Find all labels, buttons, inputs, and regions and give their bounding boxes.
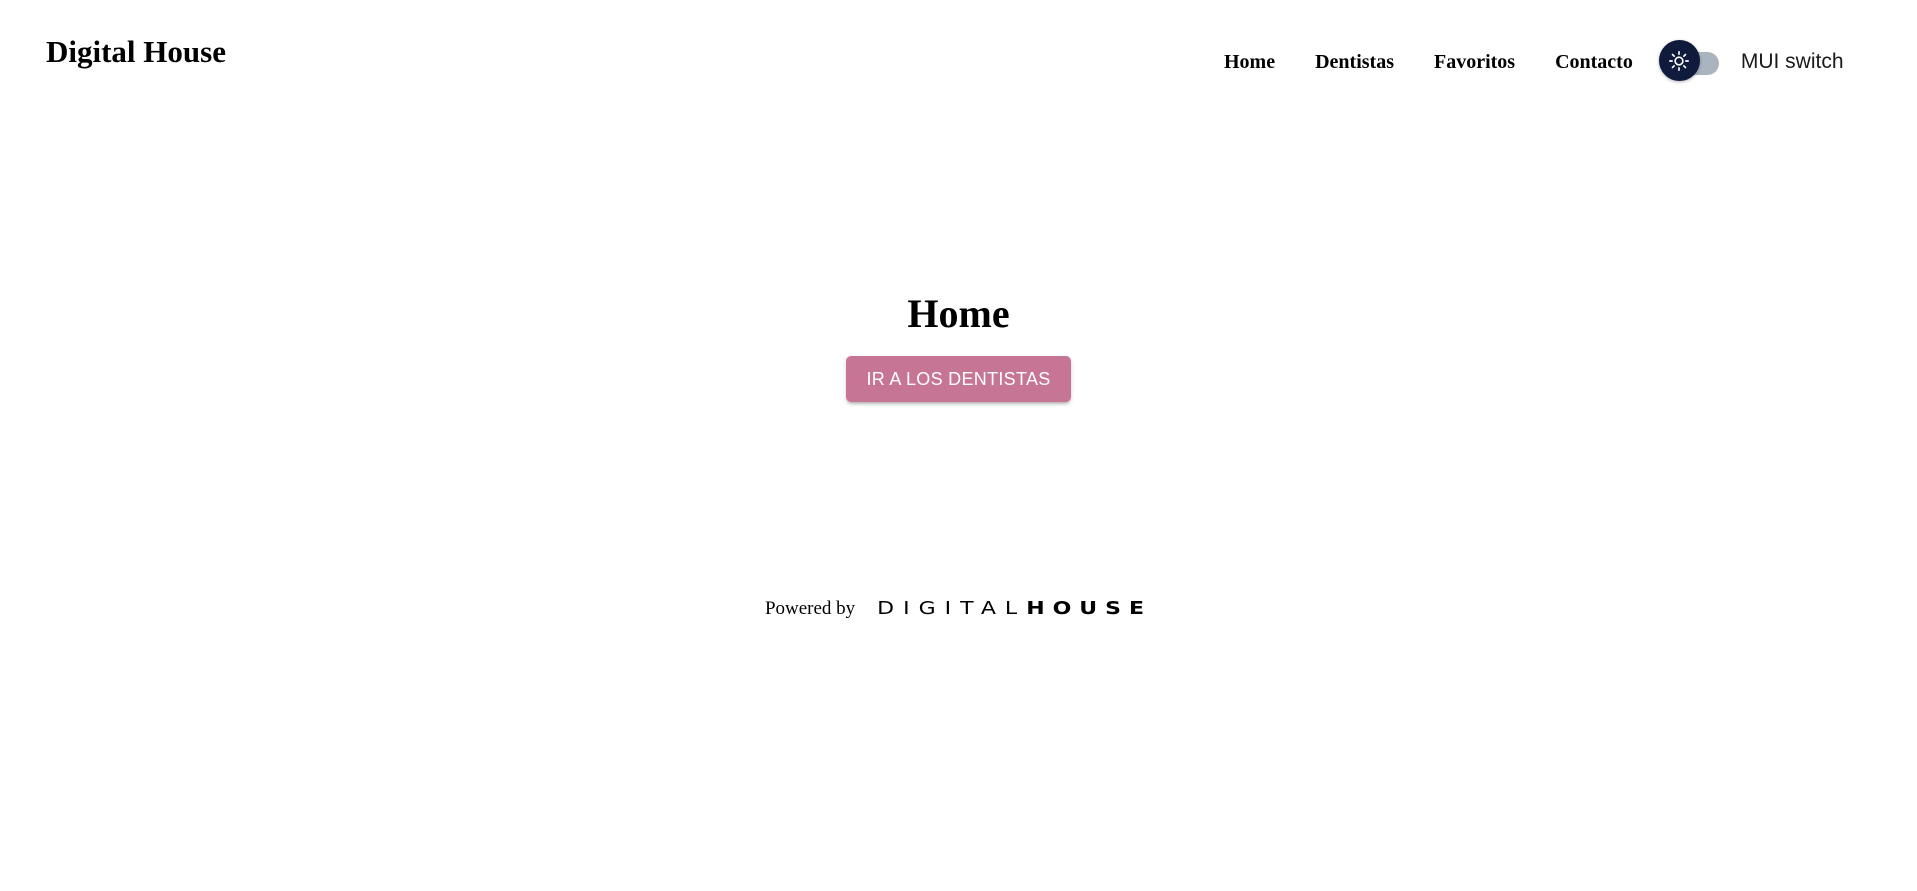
theme-switch-label: MUI switch bbox=[1740, 50, 1844, 73]
powered-by-text: Powered by bbox=[764, 598, 856, 619]
page-title: Home bbox=[907, 291, 1010, 336]
home-main: Home IR A LOS DENTISTAS bbox=[0, 290, 1917, 402]
go-to-dentists-button[interactable]: IR A LOS DENTISTAS bbox=[846, 356, 1071, 402]
theme-switch-thumb[interactable] bbox=[1658, 40, 1700, 81]
sun-icon bbox=[1669, 50, 1690, 71]
nav-link-dentistas[interactable]: Dentistas bbox=[1315, 51, 1394, 74]
brand-title: Digital House bbox=[46, 34, 226, 69]
nav-link-contacto[interactable]: Contacto bbox=[1555, 51, 1633, 74]
nav-link-favoritos[interactable]: Favoritos bbox=[1434, 51, 1515, 74]
digital-house-logo: DIGITAL HOUSE bbox=[877, 598, 1152, 620]
nav-link-home[interactable]: Home bbox=[1224, 51, 1275, 74]
theme-switch[interactable] bbox=[1658, 40, 1721, 84]
logo-text-heavy: HOUSE bbox=[1026, 598, 1153, 619]
main-nav: Home Dentistas Favoritos Contacto MUI sw… bbox=[1224, 40, 1844, 84]
footer: Powered by DIGITAL HOUSE bbox=[0, 592, 1917, 626]
logo-text-light: DIGITAL bbox=[877, 598, 1027, 619]
